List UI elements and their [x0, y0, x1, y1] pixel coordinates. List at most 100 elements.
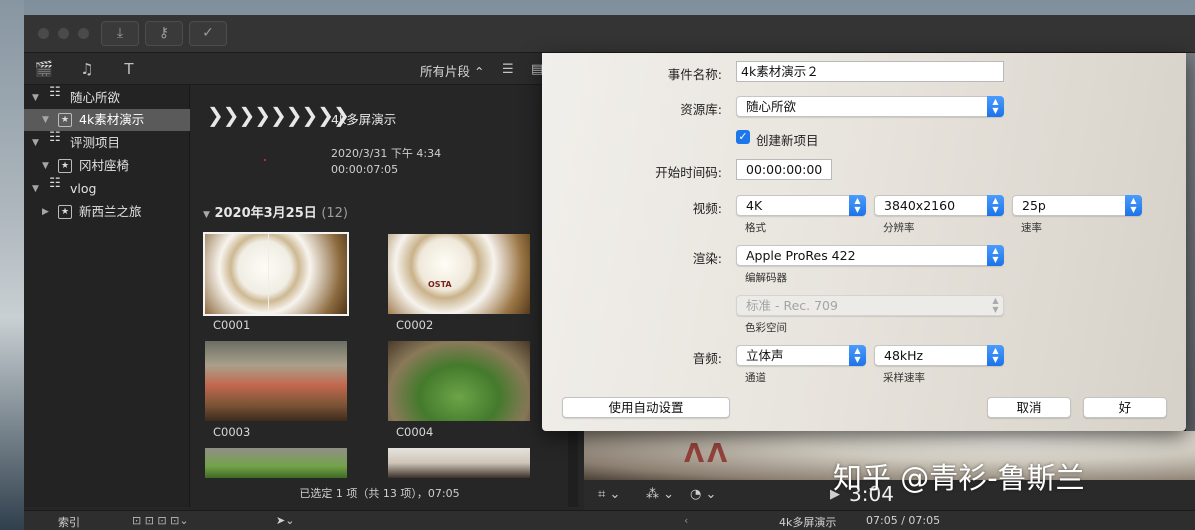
browser-selection-status: 已选定 1 项（共 13 项），07:05: [299, 487, 460, 500]
sidebar-item-event[interactable]: ▶ ★ 新西兰之旅: [24, 201, 190, 223]
popup-chevron-icon: ▲ ▼: [992, 296, 999, 314]
sidebar-item-library[interactable]: ▼ ☷ 评测项目: [24, 130, 190, 154]
clip-thumbnail[interactable]: [203, 232, 349, 316]
sample-rate-popup[interactable]: 48kHz ▲ ▼: [874, 345, 1004, 366]
skimmer-playhead: [268, 234, 269, 314]
popup-chevron-icon: ▲ ▼: [849, 195, 866, 216]
list-view-icon[interactable]: ☰: [502, 62, 514, 77]
colorspace-sublabel: 色彩空间: [745, 322, 787, 334]
project-date: 2020/3/31 下午 4:34: [331, 147, 442, 160]
new-event-dialog: 事件名称: 4k素材演示２ 资源库: 随心所欲 ▲ ▼ ✓ 创建新项目 开始时间码…: [542, 53, 1186, 431]
disclosure-triangle-icon[interactable]: ▼: [42, 155, 49, 177]
create-project-checkbox[interactable]: ✓: [736, 130, 750, 144]
create-project-label[interactable]: 创建新项目: [756, 130, 819, 149]
clip-name: C0003: [213, 425, 251, 439]
photos-audio-icon[interactable]: ♫: [77, 59, 97, 79]
project-duration: 00:00:07:05: [331, 163, 399, 176]
ok-button[interactable]: 好: [1083, 397, 1167, 418]
popup-chevron-icon: ▲ ▼: [987, 345, 1004, 366]
checkmark-circle-icon: ✓: [202, 25, 214, 41]
samplerate-sublabel: 采样速率: [883, 372, 925, 384]
window-right-edge: [1186, 53, 1195, 431]
codec-popup[interactable]: Apple ProRes 422 ▲ ▼: [736, 245, 1004, 266]
rate-sublabel: 速率: [1021, 222, 1042, 234]
clip-filter-dropdown[interactable]: 所有片段 ⌃: [420, 61, 484, 80]
render-label: 渲染:: [692, 251, 722, 266]
audio-label: 音频:: [692, 351, 722, 366]
clip-name: C0002: [396, 318, 434, 332]
popup-chevron-icon: ▲ ▼: [987, 245, 1004, 266]
popup-chevron-icon: ▲ ▼: [987, 96, 1004, 117]
popup-chevron-icon: ▲ ▼: [849, 345, 866, 366]
sidebar-item-library[interactable]: ▼ ☷ vlog: [24, 176, 190, 200]
timeline-project-name: 4k多屏演示: [779, 516, 837, 529]
disclosure-triangle-icon[interactable]: ▼: [32, 87, 39, 109]
keywords-button[interactable]: ⚷: [145, 21, 183, 46]
resolution-popup[interactable]: 3840x2160 ▲ ▼: [874, 195, 1004, 216]
event-browser: ❯❯❯❯❯❯❯❯❯ 4k多屏演示 2020/3/31 下午 4:34 00:00…: [191, 85, 568, 507]
popup-chevron-icon: ▲ ▼: [987, 195, 1004, 216]
format-sublabel: 格式: [745, 222, 766, 234]
date-group-header[interactable]: ▼ 2020年3月25日 (12): [203, 202, 348, 221]
library-popup[interactable]: 随心所欲 ▲ ▼: [736, 96, 1004, 117]
timeline-index-button[interactable]: 索引: [58, 514, 80, 530]
import-media-button[interactable]: ⤓: [101, 21, 139, 46]
start-timecode-field[interactable]: 00:00:00:00: [736, 159, 832, 180]
library-icon: ☷: [49, 85, 61, 100]
cup-logo: OSTA: [428, 280, 452, 289]
sidebar-item-event[interactable]: ▼ ★ 冈村座椅: [24, 155, 190, 177]
video-label: 视频:: [692, 201, 722, 216]
use-automatic-settings-button[interactable]: 使用自动设置: [562, 397, 730, 418]
clip-thumbnail[interactable]: OSTA: [388, 234, 530, 314]
disclosure-triangle-icon[interactable]: ▼: [32, 132, 39, 154]
clip-name: C0001: [213, 318, 251, 332]
channels-sublabel: 通道: [745, 372, 766, 384]
disclosure-triangle-icon[interactable]: ▼: [203, 210, 210, 220]
select-tool-icon[interactable]: ➤⌄: [276, 514, 294, 527]
edit-buttons-icon[interactable]: ⊡ ⊡ ⊡ ⊡⌄: [132, 514, 189, 527]
clip-thumbnail[interactable]: [388, 448, 530, 478]
start-timecode-label: 开始时间码:: [655, 165, 722, 180]
library-label: 资源库:: [680, 102, 722, 117]
key-icon: ⚷: [158, 25, 170, 41]
crop-icon[interactable]: ⌗ ⌄: [598, 487, 620, 502]
close-window-button[interactable]: [38, 28, 49, 39]
cancel-button[interactable]: 取消: [987, 397, 1071, 418]
codec-sublabel: 编解码器: [745, 272, 787, 284]
minimize-window-button[interactable]: [58, 28, 69, 39]
project-thumbnail-marker: [264, 159, 266, 161]
title-bar: ⤓ ⚷ ✓: [24, 15, 1195, 53]
disclosure-triangle-icon[interactable]: ▼: [42, 109, 49, 131]
background-tasks-button[interactable]: ✓: [189, 21, 227, 46]
download-icon: ⤓: [116, 25, 124, 41]
watermark-text: 知乎 @青衫-鲁斯兰: [833, 461, 1085, 495]
project-clapper-icon: ❯❯❯❯❯❯❯❯❯: [207, 103, 350, 127]
libraries-clapper-icon[interactable]: 🎬: [34, 59, 54, 79]
disclosure-triangle-collapsed-icon[interactable]: ▶: [42, 201, 49, 223]
titles-generators-icon[interactable]: T: [119, 59, 139, 79]
project-title[interactable]: 4k多屏演示: [331, 109, 396, 128]
event-star-icon: ★: [58, 113, 72, 127]
zoom-window-button[interactable]: [78, 28, 89, 39]
resolution-sublabel: 分辨率: [883, 222, 915, 234]
frame-rate-popup[interactable]: 25p ▲ ▼: [1012, 195, 1142, 216]
history-back-icon[interactable]: ‹: [684, 514, 688, 527]
clip-thumbnail[interactable]: [205, 341, 347, 421]
event-warning-star-icon: ★: [58, 159, 72, 173]
video-format-popup[interactable]: 4K ▲ ▼: [736, 195, 866, 216]
libraries-sidebar: ▼ ☷ 随心所欲 ▼ ★ 4k素材演示 ▼ ☷ 评测项目 ▼ ★ 冈村座椅 ▼ …: [24, 85, 190, 507]
audio-channels-popup[interactable]: 立体声 ▲ ▼: [736, 345, 866, 366]
clip-thumbnail[interactable]: [205, 448, 347, 478]
library-icon: ☷: [49, 176, 61, 191]
timeline-position: 07:05 / 07:05: [866, 514, 941, 527]
clip-name: C0004: [396, 425, 434, 439]
sidebar-item-library[interactable]: ▼ ☷ 随心所欲: [24, 85, 190, 109]
clip-thumbnail[interactable]: [388, 341, 530, 421]
timeline-toolbar: 索引 ⊡ ⊡ ⊡ ⊡⌄ ➤⌄ ‹ 4k多屏演示 07:05 / 07:05: [24, 510, 1195, 530]
sidebar-item-event[interactable]: ▼ ★ 4k素材演示: [24, 109, 190, 131]
library-icon: ☷: [49, 130, 61, 145]
speed-gauge-icon[interactable]: ◔ ⌄: [690, 487, 716, 502]
disclosure-triangle-icon[interactable]: ▼: [32, 178, 39, 200]
event-name-field[interactable]: 4k素材演示２: [736, 61, 1004, 82]
transform-icon[interactable]: ⁂ ⌄: [646, 487, 674, 502]
